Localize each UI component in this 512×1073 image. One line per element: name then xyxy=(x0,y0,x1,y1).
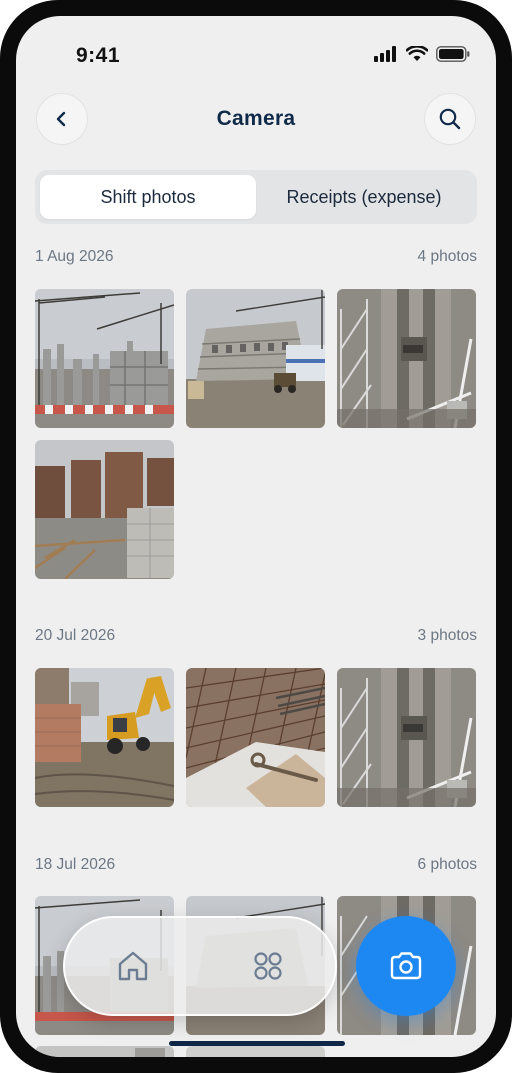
search-icon xyxy=(439,108,461,130)
group-header: 20 Jul 2026 3 photos xyxy=(35,627,477,645)
camera-button[interactable] xyxy=(356,916,456,1016)
status-icons xyxy=(374,46,470,62)
photo-thumbnail[interactable] xyxy=(35,668,174,807)
search-button[interactable] xyxy=(424,93,476,145)
building-site-photo xyxy=(186,289,325,428)
excavator-photo xyxy=(35,668,174,807)
photo-thumbnail[interactable] xyxy=(35,289,174,428)
group-count: 4 photos xyxy=(417,248,477,265)
crane-site-photo xyxy=(35,289,174,428)
signal-icon xyxy=(374,46,396,62)
photo-thumbnail[interactable] xyxy=(337,289,476,428)
photo-thumbnail[interactable] xyxy=(35,440,174,579)
group-count: 3 photos xyxy=(417,627,477,644)
nav-home-button[interactable] xyxy=(65,918,200,1014)
group-date: 20 Jul 2026 xyxy=(35,627,116,644)
photo-thumbnail[interactable] xyxy=(35,1046,174,1057)
shaft-stairs-photo xyxy=(337,289,476,428)
group-header: 18 Jul 2026 6 photos xyxy=(35,856,477,874)
screen: 9:41 Camera Shift photos Receipts (expen… xyxy=(16,16,496,1057)
tab-receipts[interactable]: Receipts (expense) xyxy=(256,175,472,219)
status-time: 9:41 xyxy=(76,44,121,67)
group-count: 6 photos xyxy=(417,856,477,873)
group-date: 1 Aug 2026 xyxy=(35,248,114,265)
home-icon xyxy=(118,951,147,981)
photo-peek xyxy=(186,1046,325,1057)
camera-icon xyxy=(390,952,422,980)
photo-thumbnail[interactable] xyxy=(186,1046,325,1057)
nav-apps-button[interactable] xyxy=(200,918,335,1014)
bottom-nav xyxy=(63,916,337,1016)
group-header: 1 Aug 2026 4 photos xyxy=(35,248,477,266)
formwork-photo xyxy=(35,440,174,579)
photo-peek xyxy=(35,1046,174,1057)
rebar-photo xyxy=(186,668,325,807)
wifi-icon xyxy=(406,46,428,61)
home-indicator xyxy=(169,1041,345,1046)
grid-icon xyxy=(253,952,282,980)
photo-thumbnail[interactable] xyxy=(186,289,325,428)
photo-thumbnail[interactable] xyxy=(337,668,476,807)
tab-shift-photos[interactable]: Shift photos xyxy=(40,175,256,219)
group-date: 18 Jul 2026 xyxy=(35,856,116,873)
photo-type-tabs: Shift photos Receipts (expense) xyxy=(35,170,477,224)
photo-thumbnail[interactable] xyxy=(186,668,325,807)
shaft-stairs-photo xyxy=(337,668,476,807)
phone-frame: 9:41 Camera Shift photos Receipts (expen… xyxy=(0,0,512,1073)
battery-icon xyxy=(436,46,470,62)
